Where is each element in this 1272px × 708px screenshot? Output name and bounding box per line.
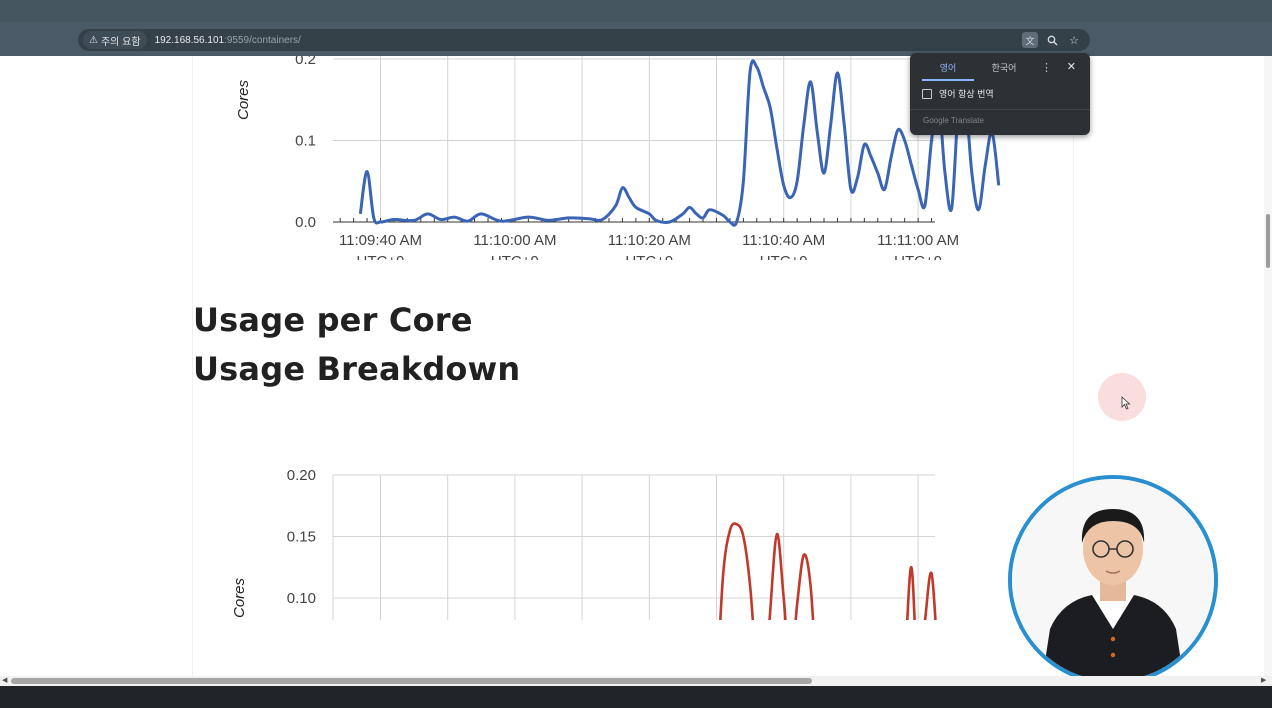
address-bar[interactable]: ⚠ 주의 요함 192.168.56.101:9559/containers/ … xyxy=(78,29,1090,51)
url-host: 192.168.56.101 xyxy=(154,34,225,46)
horizontal-scrollbar-thumb[interactable] xyxy=(11,678,812,684)
mouse-pointer-icon xyxy=(1121,396,1131,415)
bookmark-star-icon[interactable]: ☆ xyxy=(1066,31,1082,49)
always-translate-row[interactable]: 영어 항상 번역 xyxy=(922,87,994,100)
y-tick-label: 0.10 xyxy=(287,590,316,607)
translate-icon[interactable]: 文 xyxy=(1022,32,1038,48)
horizontal-scrollbar[interactable]: ◀ ▶ xyxy=(0,676,1272,686)
taskbar xyxy=(0,686,1272,708)
close-icon[interactable]: ✕ xyxy=(1067,60,1076,73)
translate-popup: 영어 한국어 ⋮ ✕ 영어 항상 번역 Google Translate xyxy=(910,53,1090,135)
scroll-right-icon[interactable]: ▶ xyxy=(1261,676,1266,686)
series-line-0 xyxy=(719,522,937,620)
always-translate-label: 영어 항상 번역 xyxy=(939,89,994,99)
y-tick-label: 0.15 xyxy=(287,529,316,546)
security-warning-chip[interactable]: ⚠ 주의 요함 xyxy=(83,31,147,49)
warning-icon: ⚠ xyxy=(89,34,98,46)
always-translate-checkbox[interactable] xyxy=(922,88,932,99)
browser-tab-strip xyxy=(0,0,1272,22)
presenter-webcam xyxy=(1008,475,1218,685)
more-options-icon[interactable]: ⋮ xyxy=(1041,61,1052,74)
vertical-scrollbar-thumb[interactable] xyxy=(1266,214,1270,268)
presenter-figure-icon xyxy=(1012,479,1214,681)
divider xyxy=(910,109,1090,110)
url-path: :9559/containers/ xyxy=(224,34,301,46)
vertical-scrollbar[interactable] xyxy=(1264,56,1272,676)
browser-chrome: ⚠ 주의 요함 192.168.56.101:9559/containers/ … xyxy=(0,0,1272,56)
y-axis-label-2: Cores xyxy=(231,577,248,618)
tab-target-language[interactable]: 한국어 xyxy=(978,61,1030,81)
zoom-icon[interactable] xyxy=(1044,31,1060,49)
y-tick-label: 0.20 xyxy=(287,467,316,484)
scroll-left-icon[interactable]: ◀ xyxy=(2,676,7,686)
tab-source-language[interactable]: 영어 xyxy=(922,61,974,81)
translate-brand: Google Translate xyxy=(923,116,984,125)
security-label: 주의 요함 xyxy=(100,36,141,48)
url-text[interactable]: 192.168.56.101:9559/containers/ xyxy=(155,35,301,46)
